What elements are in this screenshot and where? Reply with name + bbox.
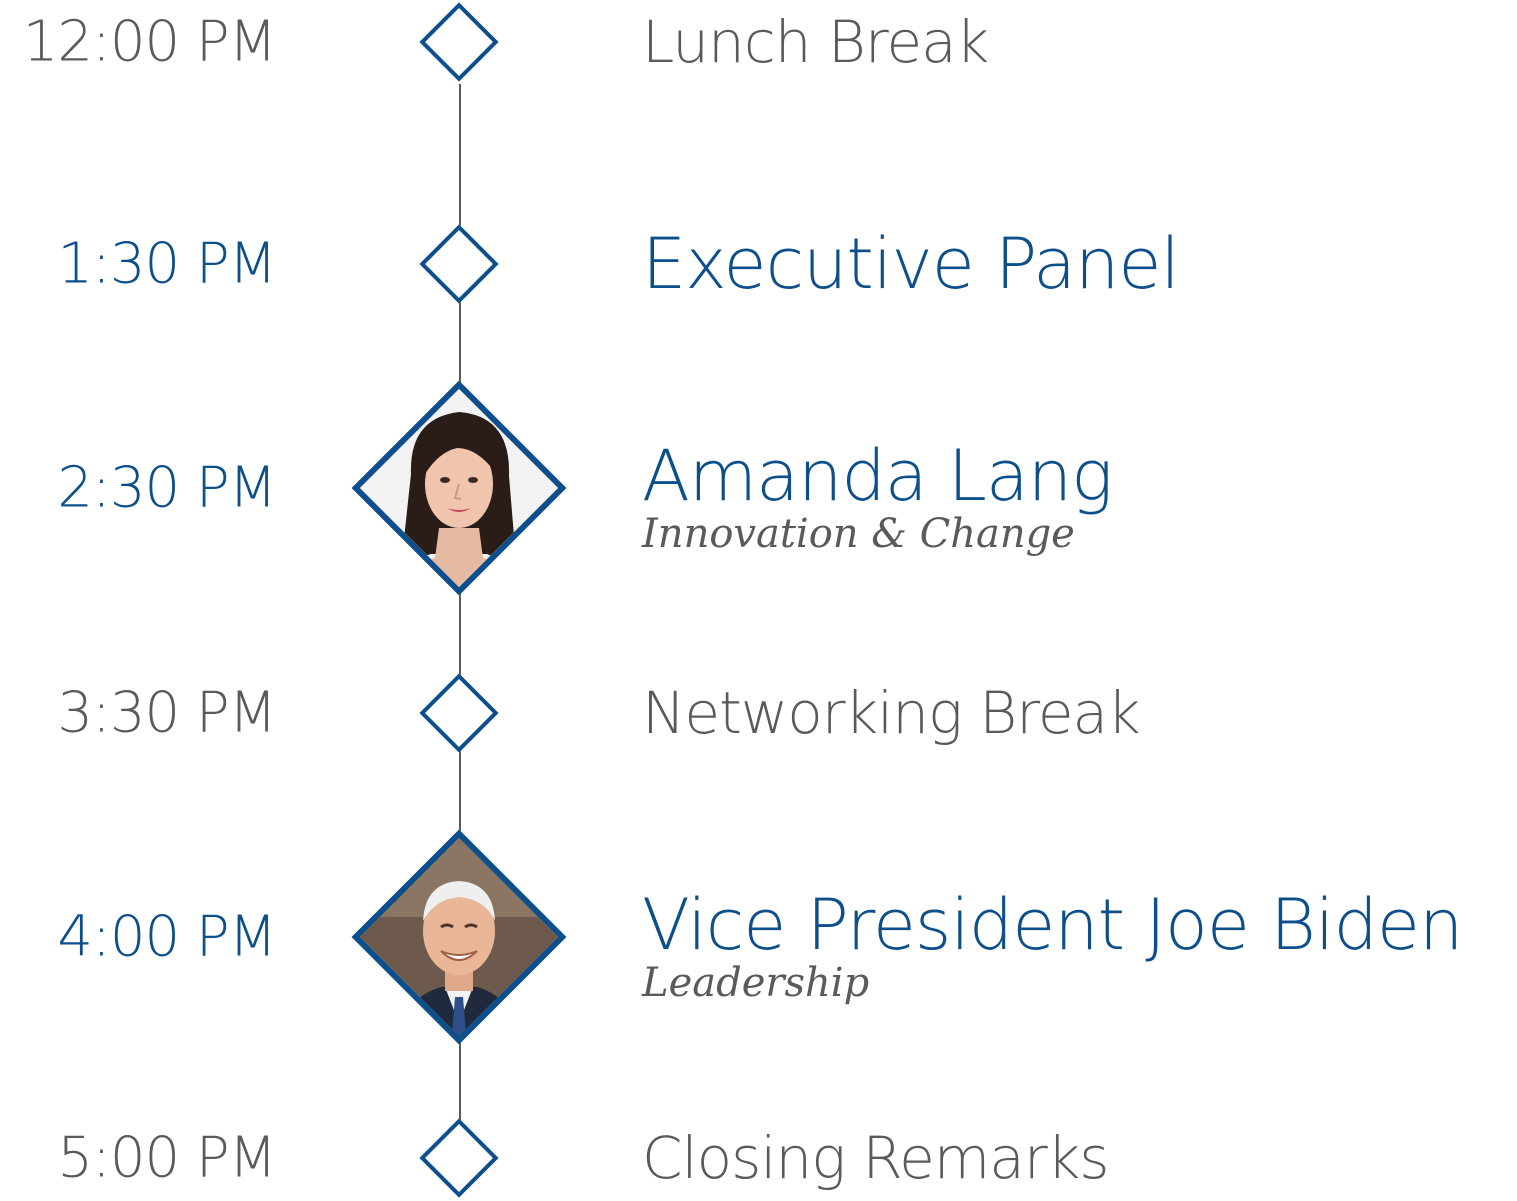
- speaker-photo-frame: [351, 380, 567, 596]
- speaker-topic: Innovation & Change: [642, 511, 1075, 557]
- diamond-marker-icon: [419, 673, 499, 753]
- time-label: 12:00 PM: [22, 9, 277, 75]
- time-label: 2:30 PM: [57, 455, 277, 521]
- speaker-name: Amanda Lang: [642, 435, 1113, 517]
- time-label: 4:00 PM: [57, 904, 277, 970]
- time-label: 3:30 PM: [57, 680, 277, 746]
- event-title: Executive Panel: [642, 223, 1180, 305]
- time-label: 5:00 PM: [57, 1125, 277, 1191]
- speaker-info: Vice President Joe Biden Leadership: [642, 884, 1463, 1007]
- time-label: 1:30 PM: [57, 231, 277, 297]
- diamond-marker-icon: [419, 2, 499, 82]
- speaker-portrait-woman-icon: [351, 380, 567, 596]
- speaker-portrait-man-icon: [351, 829, 567, 1045]
- speaker-name: Vice President Joe Biden: [642, 884, 1463, 966]
- event-title: Closing Remarks: [642, 1124, 1110, 1192]
- diamond-marker-icon: [419, 1118, 499, 1198]
- event-title: Networking Break: [642, 679, 1141, 747]
- speaker-info: Amanda Lang Innovation & Change: [642, 435, 1113, 558]
- speaker-photo-frame: [351, 829, 567, 1045]
- diamond-marker-icon: [419, 224, 499, 304]
- speaker-topic: Leadership: [642, 960, 870, 1006]
- event-title: Lunch Break: [642, 8, 989, 76]
